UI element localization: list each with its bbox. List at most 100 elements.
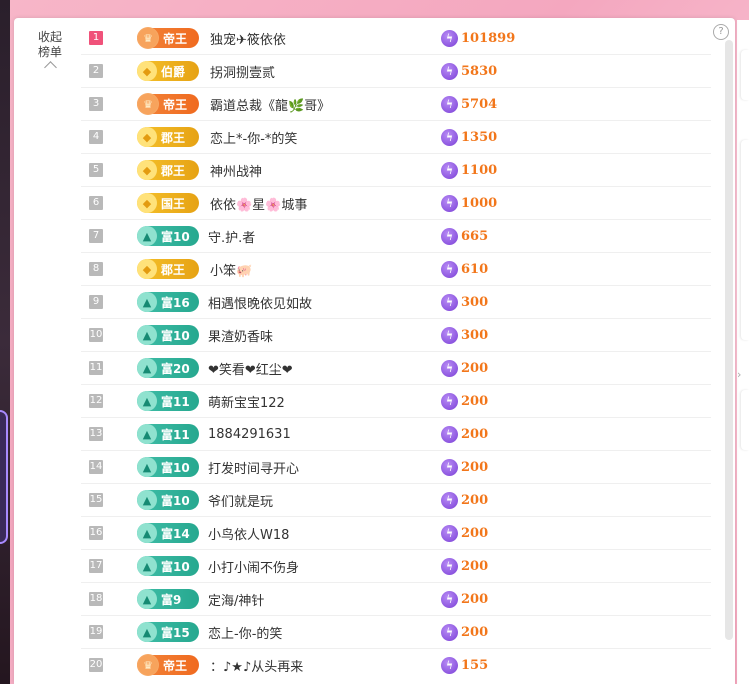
table-row[interactable]: 3 ♛ 帝王 霸道总裁《龍🌿哥》 ϟ 5704 <box>81 88 711 121</box>
table-row[interactable]: 9 ▲ 富16 相遇恨晚依见如故 ϟ 300 <box>81 286 711 319</box>
level-badge-label: 富11 <box>161 394 190 409</box>
collapse-leaderboard-button[interactable]: 收起 榜单 <box>38 30 63 74</box>
score-value: 200 <box>461 426 489 442</box>
table-row[interactable]: 19 ▲ 富15 恋上-你-的笑 ϟ 200 <box>81 616 711 649</box>
table-row[interactable]: 17 ▲ 富10 小打小闹不伤身 ϟ 200 <box>81 550 711 583</box>
table-row[interactable]: 18 ▲ 富9 定海/神针 ϟ 200 <box>81 583 711 616</box>
rank-number: 8 <box>89 262 103 276</box>
contribution-score: ϟ 610 <box>441 260 489 278</box>
side-card <box>741 50 749 100</box>
rank-number: 4 <box>89 130 103 144</box>
table-row[interactable]: 6 ◆ 国王 依依🌸星🌸城事 ϟ 1000 <box>81 187 711 220</box>
contribution-score: ϟ 200 <box>441 392 488 410</box>
score-value: 200 <box>461 525 489 541</box>
level-badge-label: 富10 <box>161 328 190 343</box>
lightning-icon: ϟ <box>441 458 458 476</box>
level-badge: ◆ 郡王 <box>137 160 199 180</box>
table-row[interactable]: 10 ▲ 富10 果渣奶香味 ϟ 300 <box>81 319 711 352</box>
username[interactable]: 果渣奶香味 <box>208 326 273 345</box>
contribution-score: ϟ 200 <box>441 491 488 509</box>
table-row[interactable]: 5 ◆ 郡王 神州战神 ϟ 1100 <box>81 154 711 187</box>
level-badge-label: 富15 <box>161 625 190 640</box>
table-row[interactable]: 20 ♛ 帝王 ：♪★♪从头再来 ϟ 155 <box>81 649 711 681</box>
contribution-score: ϟ 1000 <box>441 194 497 212</box>
table-row[interactable]: 16 ▲ 富14 小鸟依人W18 ϟ 200 <box>81 517 711 550</box>
lightning-icon: ϟ <box>441 293 458 311</box>
rank-number: 20 <box>89 658 103 672</box>
username[interactable]: 定海/神针 <box>208 590 264 609</box>
username[interactable]: 萌新宝宝122 <box>208 392 285 411</box>
level-badge: ▲ 富16 <box>137 292 199 312</box>
rank-number: 14 <box>89 460 103 474</box>
username[interactable]: 小打小闹不伤身 <box>208 557 299 576</box>
crown-icon: ♛ <box>137 654 159 676</box>
ranking-list: 1 ♛ 帝王 独宠✈筱依依 ϟ 101899 2 ◆ 伯爵 拐洞捌壹贰 ϟ 5830 3 ♛ 帝王 霸道总裁《… <box>81 22 711 681</box>
lightning-icon: ϟ <box>441 491 458 509</box>
contribution-score: ϟ 101899 <box>441 29 515 47</box>
help-icon[interactable]: ? <box>713 24 729 40</box>
username[interactable]: 神州战神 <box>210 161 262 180</box>
username[interactable]: 依依🌸星🌸城事 <box>210 194 307 213</box>
table-row[interactable]: 4 ◆ 郡王 恋上*-你-*的笑 ϟ 1350 <box>81 121 711 154</box>
table-row[interactable]: 7 ▲ 富10 守.护.者 ϟ 665 <box>81 220 711 253</box>
wealth-level-icon: ▲ <box>137 490 157 510</box>
wealth-level-icon: ▲ <box>137 457 157 477</box>
username[interactable]: ❤笑看❤红尘❤ <box>208 359 293 378</box>
username[interactable]: 爷们就是玩 <box>208 491 273 510</box>
table-row[interactable]: 14 ▲ 富10 打发时间寻开心 ϟ 200 <box>81 451 711 484</box>
table-row[interactable]: 1 ♛ 帝王 独宠✈筱依依 ϟ 101899 <box>81 22 711 55</box>
username[interactable]: 霸道总裁《龍🌿哥》 <box>210 95 330 114</box>
table-row[interactable]: 8 ◆ 郡王 小笨🐖 ϟ 610 <box>81 253 711 286</box>
rank-number: 15 <box>89 493 103 507</box>
contribution-score: ϟ 5830 <box>441 62 497 80</box>
username[interactable]: 拐洞捌壹贰 <box>210 62 275 81</box>
level-badge-label: 富10 <box>161 229 190 244</box>
level-badge: ▲ 富10 <box>137 325 199 345</box>
score-value: 200 <box>461 591 489 607</box>
table-row[interactable]: 15 ▲ 富10 爷们就是玩 ϟ 200 <box>81 484 711 517</box>
rank-number: 7 <box>89 229 103 243</box>
table-row[interactable]: 13 ▲ 富11 1884291631 ϟ 200 <box>81 418 711 451</box>
username[interactable]: ：♪★♪从头再来 <box>210 656 303 675</box>
score-value: 200 <box>461 360 489 376</box>
chevron-right-icon[interactable]: › <box>737 368 741 381</box>
username[interactable]: 恋上*-你-*的笑 <box>210 128 297 147</box>
wealth-level-icon: ▲ <box>137 523 157 543</box>
table-row[interactable]: 12 ▲ 富11 萌新宝宝122 ϟ 200 <box>81 385 711 418</box>
wealth-level-icon: ▲ <box>137 622 157 642</box>
side-tab[interactable] <box>0 410 8 544</box>
level-badge-label: 富10 <box>161 493 190 508</box>
username[interactable]: 小笨🐖 <box>210 260 252 279</box>
username[interactable]: 独宠✈筱依依 <box>210 29 286 48</box>
table-row[interactable]: 2 ◆ 伯爵 拐洞捌壹贰 ϟ 5830 <box>81 55 711 88</box>
scrollbar[interactable] <box>725 40 733 640</box>
level-badge-label: 富9 <box>161 592 182 607</box>
rank-number: 11 <box>89 361 103 375</box>
username[interactable]: 恋上-你-的笑 <box>208 623 282 642</box>
score-value: 610 <box>461 261 489 277</box>
side-card <box>741 390 749 450</box>
contribution-score: ϟ 200 <box>441 623 488 641</box>
username[interactable]: 1884291631 <box>208 427 291 442</box>
lightning-icon: ϟ <box>441 425 458 443</box>
level-badge: ▲ 富11 <box>137 424 199 444</box>
contribution-score: ϟ 200 <box>441 359 489 377</box>
noble-gem-icon: ◆ <box>137 61 157 81</box>
score-value: 300 <box>461 327 489 343</box>
lightning-icon: ϟ <box>441 359 458 377</box>
level-badge: ▲ 富10 <box>137 226 199 246</box>
collapse-label-line1: 收起 <box>38 30 63 44</box>
username[interactable]: 打发时间寻开心 <box>208 458 299 477</box>
table-row[interactable]: 11 ▲ 富20 ❤笑看❤红尘❤ ϟ 200 <box>81 352 711 385</box>
rank-number: 1 <box>89 31 103 45</box>
level-badge-label: 国王 <box>161 196 186 211</box>
noble-gem-icon: ◆ <box>137 127 157 147</box>
level-badge-label: 帝王 <box>163 31 188 46</box>
username[interactable]: 相遇恨晚依见如故 <box>208 293 312 312</box>
rank-number: 13 <box>89 427 103 441</box>
username[interactable]: 小鸟依人W18 <box>208 524 289 543</box>
level-badge: ▲ 富11 <box>137 391 199 411</box>
username[interactable]: 守.护.者 <box>208 227 255 246</box>
lightning-icon: ϟ <box>441 227 458 245</box>
rank-number: 18 <box>89 592 103 606</box>
